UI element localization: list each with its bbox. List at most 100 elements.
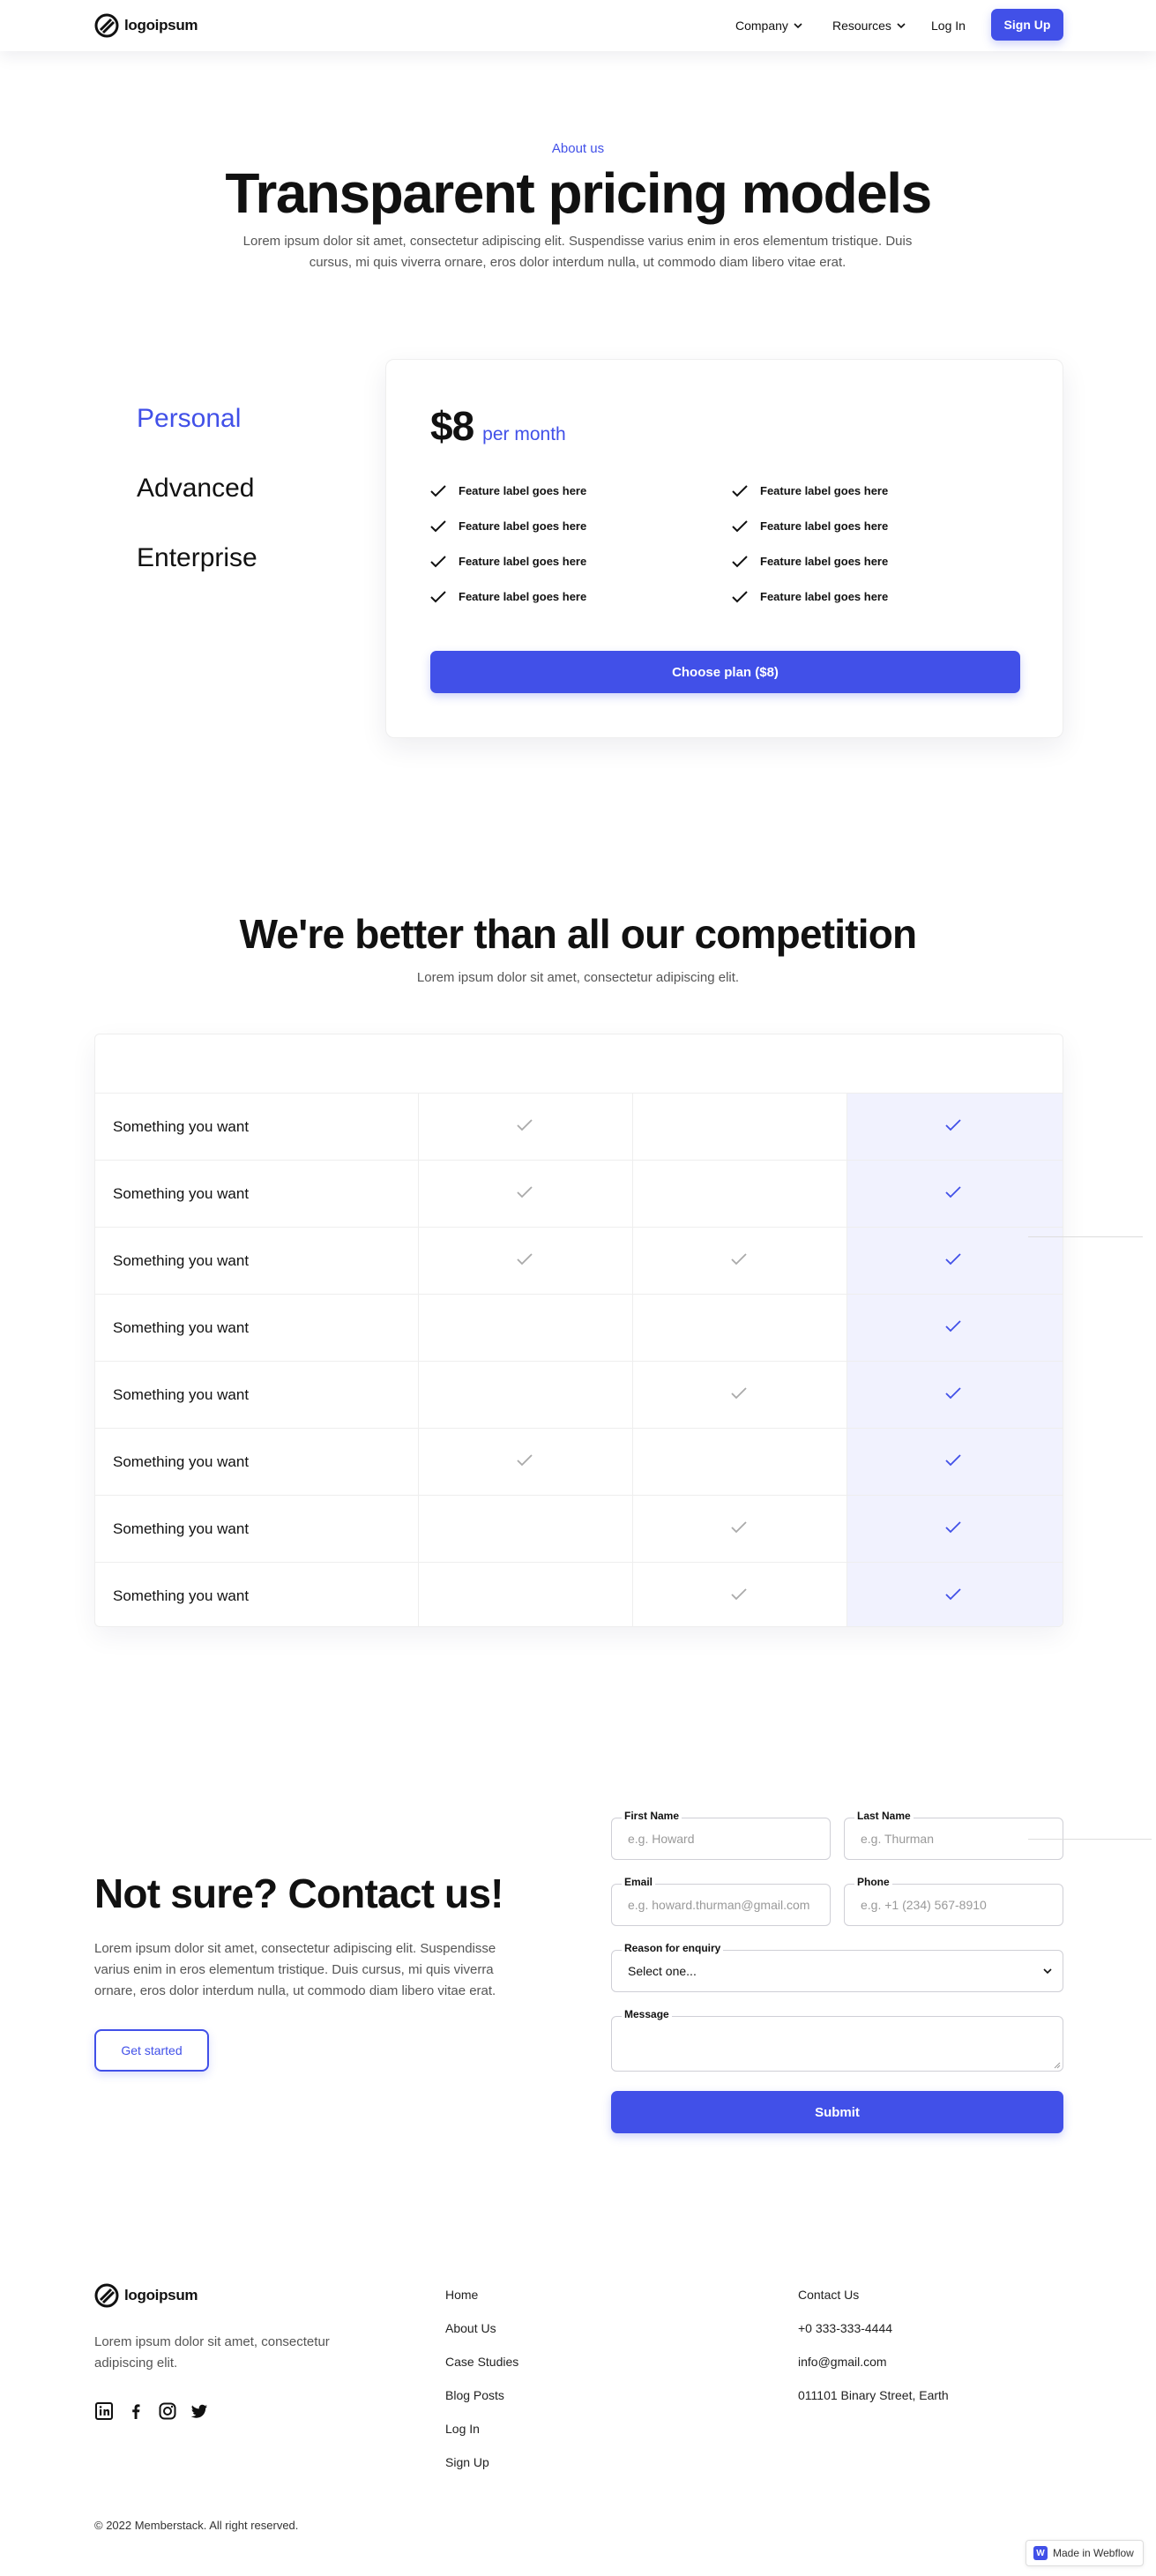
row-label: Something you want xyxy=(113,1185,250,1202)
submit-button[interactable]: Submit xyxy=(611,2091,1063,2133)
check-icon xyxy=(945,1320,961,1333)
check-icon xyxy=(732,519,748,532)
last-name-label: Last Name xyxy=(854,1810,914,1822)
feature-label: Feature label goes here xyxy=(760,519,889,533)
check-icon xyxy=(945,1521,961,1534)
footer-logo[interactable]: logoipsum xyxy=(94,2283,198,2308)
plan-tab-personal[interactable]: Personal xyxy=(137,404,241,434)
row-label: Something you want xyxy=(113,1252,250,1269)
footer-link-blog[interactable]: Blog Posts xyxy=(445,2388,504,2402)
logo[interactable]: logoipsum xyxy=(94,13,198,38)
reason-select-field[interactable]: Select one... Reason for enquiry xyxy=(611,1942,1063,1992)
nav-company-dropdown[interactable]: Company xyxy=(735,19,802,33)
decorative-line xyxy=(1028,1839,1152,1840)
signup-button[interactable]: Sign Up xyxy=(991,9,1063,41)
feature-item: Feature label goes here xyxy=(430,484,586,497)
footer-link-case-studies[interactable]: Case Studies xyxy=(445,2355,518,2369)
feature-label: Feature label goes here xyxy=(459,590,587,603)
check-icon xyxy=(945,1387,961,1400)
nav-company-label: Company xyxy=(735,19,788,33)
footer-link-about[interactable]: About Us xyxy=(445,2321,496,2335)
facebook-icon[interactable] xyxy=(126,2401,145,2421)
check-icon xyxy=(731,1588,747,1601)
plan-tab-enterprise[interactable]: Enterprise xyxy=(137,543,257,573)
check-icon xyxy=(732,484,748,497)
comparison-title: We're better than all our competition xyxy=(239,911,918,957)
check-icon xyxy=(732,555,748,567)
top-nav: logoipsum Company Resources Log In Sign … xyxy=(0,0,1156,51)
logo-text: logoipsum xyxy=(124,17,198,34)
linkedin-icon[interactable] xyxy=(94,2401,114,2421)
row-label: Something you want xyxy=(113,1587,250,1604)
feature-label: Feature label goes here xyxy=(459,555,587,568)
reason-select[interactable]: Select one... xyxy=(611,1950,1063,1992)
nav-resources-label: Resources xyxy=(832,19,891,33)
resize-handle-icon[interactable] xyxy=(1054,2062,1061,2069)
check-icon xyxy=(945,1253,961,1266)
check-icon xyxy=(517,1186,533,1198)
comparison-subtitle: Lorem ipsum dolor sit amet, consectetur … xyxy=(416,970,740,985)
price-row: $8 per month xyxy=(430,402,566,450)
message-field[interactable]: Message xyxy=(611,2008,1063,2072)
choose-plan-button[interactable]: Choose plan ($8) xyxy=(430,651,1020,693)
feature-item: Feature label goes here xyxy=(430,519,586,533)
feature-item: Feature label goes here xyxy=(430,590,586,603)
email-input[interactable]: e.g. howard.thurman@gmail.com xyxy=(611,1884,831,1926)
first-name-input[interactable]: e.g. Howard xyxy=(611,1818,831,1860)
row-label: Something you want xyxy=(113,1520,250,1537)
footer-link-login[interactable]: Log In xyxy=(445,2422,480,2436)
footer-email[interactable]: info@gmail.com xyxy=(798,2355,887,2369)
email-field[interactable]: e.g. howard.thurman@gmail.com Email xyxy=(611,1876,831,1926)
email-label: Email xyxy=(622,1876,656,1888)
table-row: Something you want xyxy=(95,1227,1063,1294)
price-period: per month xyxy=(482,424,566,444)
feature-label: Feature label goes here xyxy=(459,519,587,533)
logo-icon xyxy=(94,2283,119,2308)
check-icon xyxy=(430,484,446,497)
check-icon xyxy=(945,1454,961,1467)
message-textarea[interactable] xyxy=(611,2016,1063,2072)
feature-label: Feature label goes here xyxy=(459,484,587,497)
row-label: Something you want xyxy=(113,1386,250,1403)
first-name-field[interactable]: e.g. Howard First Name xyxy=(611,1810,831,1860)
footer-link-home[interactable]: Home xyxy=(445,2288,478,2302)
plan-tab-advanced[interactable]: Advanced xyxy=(137,474,254,504)
table-row: Something you want xyxy=(95,1495,1063,1562)
made-in-webflow-badge[interactable]: W Made in Webflow xyxy=(1025,2540,1144,2566)
check-icon xyxy=(430,555,446,567)
check-icon xyxy=(517,1253,533,1266)
phone-label: Phone xyxy=(854,1876,892,1888)
instagram-icon[interactable] xyxy=(158,2401,177,2421)
decorative-line xyxy=(1028,1236,1143,1237)
footer-address: 011101 Binary Street, Earth xyxy=(798,2388,949,2402)
nav-resources-dropdown[interactable]: Resources xyxy=(832,19,906,33)
footer-link-signup[interactable]: Sign Up xyxy=(445,2455,489,2469)
table-row: Something you want xyxy=(95,1160,1063,1227)
phone-field[interactable]: e.g. +1 (234) 567-8910 Phone xyxy=(844,1876,1063,1926)
check-icon xyxy=(731,1253,747,1266)
feature-item: Feature label goes here xyxy=(732,555,888,568)
table-row: Something you want xyxy=(95,1361,1063,1428)
check-icon xyxy=(517,1454,533,1467)
get-started-button[interactable]: Get started xyxy=(94,2029,209,2072)
contact-text: Lorem ipsum dolor sit amet, consectetur … xyxy=(94,1941,496,1998)
footer-phone[interactable]: +0 333-333-4444 xyxy=(798,2321,892,2335)
footer-contact-heading: Contact Us xyxy=(798,2288,860,2302)
copyright: © 2022 Memberstack. All right reserved. xyxy=(94,2519,299,2532)
twitter-icon[interactable] xyxy=(190,2401,209,2421)
nav-login-link[interactable]: Log In xyxy=(931,19,966,33)
feature-label: Feature label goes here xyxy=(760,555,889,568)
comparison-table: Something you want Something you want Some… xyxy=(94,1034,1063,1627)
chevron-down-icon xyxy=(1043,1968,1052,1975)
webflow-icon: W xyxy=(1033,2546,1048,2560)
feature-item: Feature label goes here xyxy=(732,590,888,603)
table-row: Something you want xyxy=(95,1093,1063,1160)
reason-label: Reason for enquiry xyxy=(622,1942,724,1954)
phone-input[interactable]: e.g. +1 (234) 567-8910 xyxy=(844,1884,1063,1926)
contact-title: Not sure? Contact us! xyxy=(94,1870,503,1916)
check-icon xyxy=(430,519,446,532)
check-icon xyxy=(517,1119,533,1131)
plan-card: $8 per month Feature label goes here Fea… xyxy=(385,359,1063,738)
feature-label: Feature label goes here xyxy=(760,590,889,603)
price-value: $8 xyxy=(430,403,474,449)
